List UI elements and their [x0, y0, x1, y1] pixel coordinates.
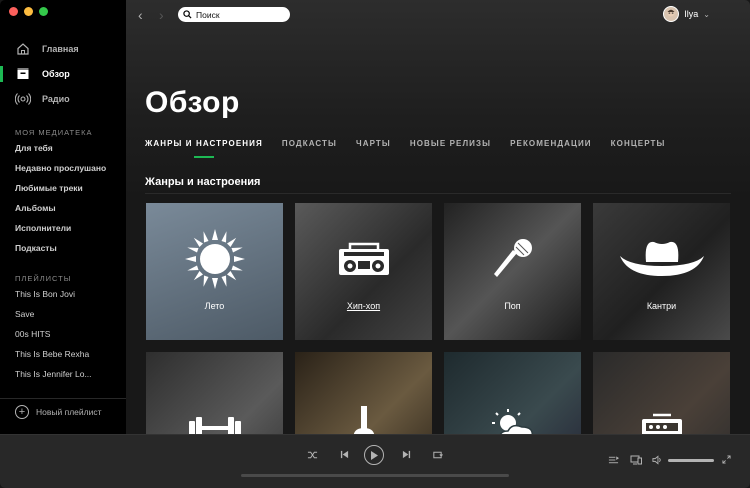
app-window: Главная Обзор Радио МОЯ МЕДИАТЕКА Для те… — [0, 0, 750, 488]
section-divider — [145, 193, 731, 194]
home-icon — [15, 41, 31, 57]
search-box[interactable] — [178, 7, 290, 22]
playlist-item[interactable]: 00s HITS — [15, 329, 50, 339]
search-input[interactable] — [196, 9, 286, 20]
active-nav-indicator — [0, 66, 3, 82]
forward-arrow-icon[interactable]: › — [159, 7, 164, 23]
tab-concerts[interactable]: КОНЦЕРТЫ — [611, 139, 666, 156]
tab-recommendations[interactable]: РЕКОМЕНДАЦИИ — [510, 139, 592, 156]
search-icon — [183, 10, 192, 19]
sun-icon — [183, 227, 247, 296]
page-title: Обзор — [145, 86, 240, 119]
browse-tabs: ЖАНРЫ И НАСТРОЕНИЯ ПОДКАСТЫ ЧАРТЫ НОВЫЕ … — [145, 139, 665, 156]
devices-icon[interactable] — [630, 455, 642, 468]
new-playlist-button[interactable]: + Новый плейлист — [15, 405, 102, 419]
sidebar-item-radio[interactable]: Радио — [15, 91, 70, 107]
sidebar-item-browse[interactable]: Обзор — [15, 66, 70, 82]
next-track-icon[interactable] — [402, 450, 411, 462]
sidebar: Главная Обзор Радио МОЯ МЕДИАТЕКА Для те… — [0, 0, 126, 434]
microphone-icon — [489, 235, 537, 288]
genre-tile-acoustic[interactable] — [295, 352, 432, 434]
avatar — [663, 6, 680, 22]
genre-tile-mood[interactable] — [444, 352, 581, 434]
genre-tile-pop[interactable]: Поп — [444, 203, 581, 340]
library-item-for-you[interactable]: Для тебя — [15, 143, 53, 153]
top-bar: ‹ › Ilya ⌄ — [126, 0, 750, 30]
tab-podcasts[interactable]: ПОДКАСТЫ — [282, 139, 337, 156]
minimize-window-button[interactable] — [24, 7, 33, 16]
amplifier-icon — [639, 411, 685, 434]
main-content: ‹ › Ilya ⌄ Обзор ЖАНРЫ И НАСТРОЕНИЯ ПОДК… — [126, 0, 750, 434]
library-item-artists[interactable]: Исполнители — [15, 223, 71, 233]
playlists-section-label: ПЛЕЙЛИСТЫ — [15, 274, 72, 283]
genre-tile-summer[interactable]: Лето — [146, 203, 283, 340]
sidebar-divider — [0, 398, 126, 399]
sidebar-item-home[interactable]: Главная — [15, 41, 79, 57]
previous-track-icon[interactable] — [340, 450, 349, 462]
tab-genres-moods[interactable]: ЖАНРЫ И НАСТРОЕНИЯ — [145, 139, 263, 156]
tab-charts[interactable]: ЧАРТЫ — [356, 139, 391, 156]
playlist-item[interactable]: This Is Jennifer Lo... — [15, 369, 92, 379]
genre-tile-label: Кантри — [646, 301, 677, 311]
library-item-podcasts[interactable]: Подкасты — [15, 243, 57, 253]
browse-icon — [15, 66, 31, 82]
user-name: Ilya — [684, 9, 699, 19]
play-icon — [371, 450, 378, 460]
shuffle-icon[interactable] — [307, 450, 318, 463]
play-button[interactable] — [364, 445, 384, 465]
playback-progress-bar[interactable] — [241, 474, 509, 477]
genre-tile-hiphop[interactable]: Хип-хоп — [295, 203, 432, 340]
tab-new-releases[interactable]: НОВЫЕ РЕЛИЗЫ — [410, 139, 491, 156]
sidebar-item-label: Обзор — [42, 69, 70, 79]
user-menu[interactable]: Ilya ⌄ — [663, 6, 710, 22]
queue-icon[interactable] — [608, 455, 619, 468]
playlist-item[interactable]: This Is Bebe Rexha — [15, 349, 89, 359]
close-window-button[interactable] — [9, 7, 18, 16]
genre-tile-country[interactable]: Кантри — [593, 203, 730, 340]
genre-tile-label: Лето — [204, 301, 225, 311]
playlist-item[interactable]: Save — [15, 309, 34, 319]
section-title: Жанры и настроения — [145, 176, 261, 188]
window-controls — [9, 7, 48, 16]
genre-tile-label: Хип-хоп — [346, 301, 381, 311]
cowboy-hat-icon — [618, 236, 706, 287]
library-item-recent[interactable]: Недавно прослушано — [15, 163, 106, 173]
sidebar-item-label: Радио — [42, 94, 70, 104]
acoustic-guitar-icon — [344, 406, 384, 434]
playlist-item[interactable]: This Is Bon Jovi — [15, 289, 75, 299]
dumbbell-icon — [185, 415, 245, 434]
radio-icon — [15, 91, 31, 107]
volume-icon[interactable] — [652, 455, 663, 468]
new-playlist-label: Новый плейлист — [36, 407, 102, 417]
sidebar-item-label: Главная — [42, 44, 79, 54]
boombox-icon — [336, 239, 392, 284]
plus-circle-icon: + — [15, 405, 29, 419]
fullscreen-icon[interactable] — [722, 455, 731, 467]
repeat-icon[interactable] — [432, 450, 443, 463]
genre-tile-rock[interactable] — [593, 352, 730, 434]
zoom-window-button[interactable] — [39, 7, 48, 16]
library-item-albums[interactable]: Альбомы — [15, 203, 56, 213]
back-arrow-icon[interactable]: ‹ — [138, 7, 143, 23]
genre-tile-workout[interactable] — [146, 352, 283, 434]
chevron-down-icon: ⌄ — [703, 9, 710, 19]
weather-icon — [486, 407, 540, 434]
genre-tile-label: Поп — [504, 301, 521, 311]
library-section-label: МОЯ МЕДИАТЕКА — [15, 128, 93, 137]
library-item-liked[interactable]: Любимые треки — [15, 183, 83, 193]
volume-slider[interactable] — [668, 459, 714, 462]
